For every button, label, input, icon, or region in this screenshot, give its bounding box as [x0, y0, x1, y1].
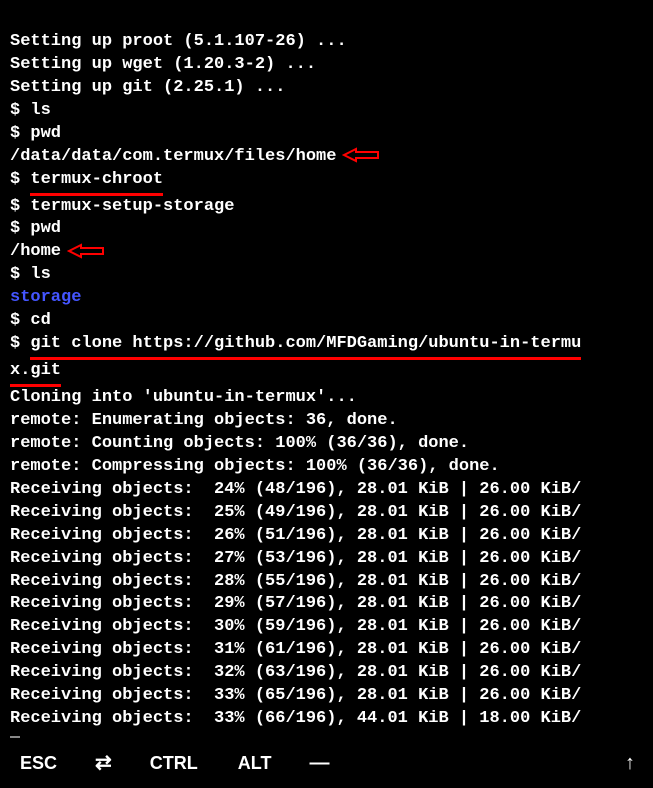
key-esc[interactable]: ESC [0, 751, 77, 775]
git-comp: remote: Compressing objects: 100% (36/36… [10, 457, 500, 476]
prompt: $ [10, 170, 30, 189]
key-ctrl[interactable]: CTRL [130, 751, 218, 775]
git-recv: Receiving objects: 25% (49/196), 28.01 K… [10, 503, 581, 522]
output-storage: storage [10, 288, 81, 307]
arrow-left-icon [67, 243, 105, 259]
output-path1: /data/data/com.termux/files/home [10, 147, 336, 166]
git-count: remote: Counting objects: 100% (36/36), … [10, 434, 469, 453]
git-recv: Receiving objects: 31% (61/196), 28.01 K… [10, 640, 581, 659]
git-recv: Receiving objects: 33% (65/196), 28.01 K… [10, 686, 581, 705]
git-enum: remote: Enumerating objects: 36, done. [10, 411, 398, 430]
prompt: $ [10, 197, 30, 216]
git-cloning: Cloning into 'ubuntu-in-termux'... [10, 388, 357, 407]
git-recv: Receiving objects: 27% (53/196), 28.01 K… [10, 549, 581, 568]
line-setup-proot: Setting up proot (5.1.107-26) ... [10, 32, 347, 51]
line-setup-git: Setting up git (2.25.1) ... [10, 78, 285, 97]
line-setup-wget: Setting up wget (1.20.3-2) ... [10, 55, 316, 74]
prompt: $ [10, 334, 30, 353]
prompt: $ [10, 101, 30, 120]
prompt: $ [10, 311, 30, 330]
cmd-pwd: pwd [30, 124, 61, 143]
git-recv: Receiving objects: 28% (55/196), 28.01 K… [10, 572, 581, 591]
tab-icon[interactable]: ⇄ [77, 750, 130, 777]
git-recv: Receiving objects: 33% (66/196), 44.01 K… [10, 709, 581, 728]
git-recv: Receiving objects: 30% (59/196), 28.01 K… [10, 617, 581, 636]
prompt: $ [10, 265, 30, 284]
cmd-cd: cd [30, 311, 50, 330]
git-recv: Receiving objects: 26% (51/196), 28.01 K… [10, 526, 581, 545]
prompt: $ [10, 124, 30, 143]
cmd-pwd2: pwd [30, 219, 61, 238]
key-alt[interactable]: ALT [218, 751, 292, 775]
git-recv: Receiving objects: 32% (63/196), 28.01 K… [10, 663, 581, 682]
key-dash[interactable]: — [291, 750, 347, 777]
extra-keys-bar: ESC ⇄ CTRL ALT — ↑ [0, 738, 653, 788]
cmd-termux-setup-storage: termux-setup-storage [30, 197, 234, 216]
terminal-output[interactable]: Setting up proot (5.1.107-26) ... Settin… [0, 0, 653, 754]
prompt: $ [10, 219, 30, 238]
cmd-termux-chroot: termux-chroot [30, 169, 163, 196]
cmd-git-clone-a: git clone https://github.com/MFDGaming/u… [30, 333, 581, 360]
git-recv: Receiving objects: 24% (48/196), 28.01 K… [10, 480, 581, 499]
arrow-up-icon[interactable]: ↑ [607, 750, 653, 777]
git-recv: Receiving objects: 29% (57/196), 28.01 K… [10, 594, 581, 613]
cmd-ls: ls [30, 101, 50, 120]
cmd-ls2: ls [30, 265, 50, 284]
cmd-git-clone-b: x.git [10, 360, 61, 387]
output-path2: /home [10, 242, 61, 261]
arrow-left-icon [342, 147, 380, 163]
